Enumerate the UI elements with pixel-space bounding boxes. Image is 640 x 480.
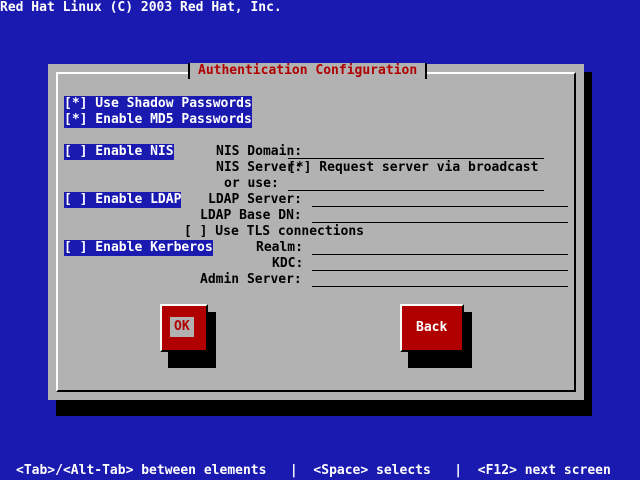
nis-broadcast-checkbox[interactable]: [*] Request server via broadcast [288,160,538,176]
back-button-label[interactable]: Back [416,320,447,336]
ldap-basedn-field[interactable] [312,222,568,223]
use-tls-checkbox[interactable]: [ ] Use TLS connections [184,224,364,240]
window-title: Red Hat Linux (C) 2003 Red Hat, Inc. [0,0,282,15]
use-shadow-passwords-checkbox[interactable]: [*] Use Shadow Passwords [64,96,252,112]
enable-kerberos-checkbox[interactable]: [ ] Enable Kerberos [64,240,213,256]
ldap-server-field[interactable] [312,206,568,207]
keyboard-help-bar: <Tab>/<Alt-Tab> between elements | <Spac… [16,463,611,478]
ldap-server-label: LDAP Server: [208,192,302,207]
dialog-title: Authentication Configuration [188,63,428,79]
realm-field[interactable] [312,254,568,255]
admin-server-field[interactable] [312,286,568,287]
or-use-label: or use: [224,176,279,191]
kdc-field[interactable] [312,270,568,271]
nis-domain-field[interactable] [288,158,544,159]
ok-button-label[interactable]: OK [170,317,194,337]
enable-ldap-checkbox[interactable]: [ ] Enable LDAP [64,192,182,208]
dialog-shadow-right [584,72,592,416]
enable-nis-checkbox[interactable]: [ ] Enable NIS [64,144,174,160]
enable-md5-passwords-checkbox[interactable]: [*] Enable MD5 Passwords [64,112,252,128]
kdc-label: KDC: [272,256,304,271]
nis-server-field[interactable] [288,190,544,191]
realm-label: Realm: [256,240,303,255]
ldap-basedn-label: LDAP Base DN: [200,208,302,223]
dialog-shadow [56,400,592,416]
admin-server-label: Admin Server: [200,272,302,287]
